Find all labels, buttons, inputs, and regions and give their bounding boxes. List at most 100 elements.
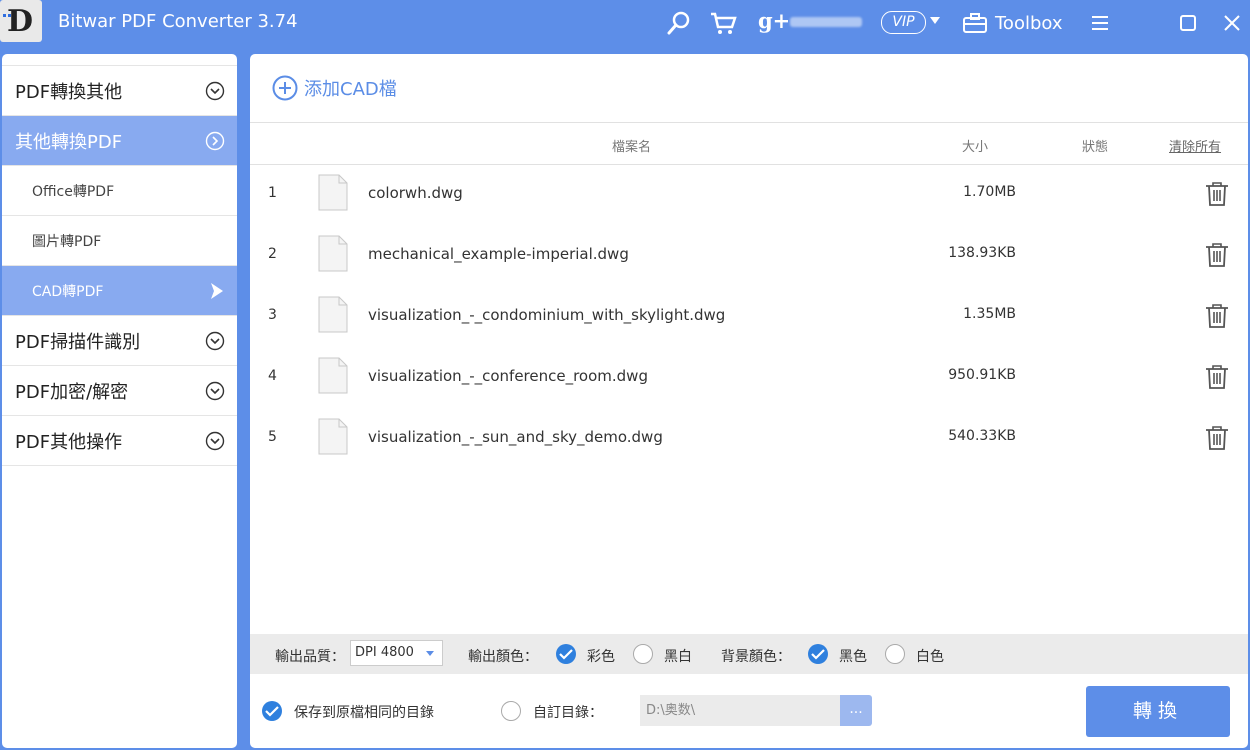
sidebar-subitem-label: CAD轉PDF [32, 283, 104, 300]
save-same-dir-label: 保存到原檔相同的目錄 [294, 705, 434, 721]
row-number: 5 [268, 429, 277, 445]
bg-black-label: 黑色 [839, 649, 867, 665]
save-same-dir-radio-checked[interactable] [262, 701, 282, 721]
sidebar-item-pdf-ocr[interactable]: PDF掃描件識別 [2, 316, 237, 366]
file-table-body: 1 colorwh.dwg 1.70MB 2 mechanical_exampl… [250, 165, 1248, 470]
trash-icon[interactable] [1205, 303, 1229, 329]
sidebar-item-label: PDF轉換其他 [15, 81, 123, 103]
bw-option-label: 黑白 [664, 649, 692, 665]
toolbox-icon [963, 13, 987, 33]
arrow-right-icon [211, 283, 223, 299]
user-name-blurred[interactable] [790, 17, 862, 27]
column-header-filename: 檔案名 [612, 140, 652, 155]
app-logo: D [0, 0, 42, 42]
file-size: 1.35MB [963, 306, 1016, 322]
sidebar-item-pdf-other-ops[interactable]: PDF其他操作 [2, 416, 237, 466]
sidebar-item-label: PDF掃描件識別 [15, 331, 141, 353]
sidebar-item-other-to-pdf[interactable]: 其他轉換PDF [2, 116, 237, 166]
file-name: visualization_-_conference_room.dwg [368, 367, 648, 385]
sidebar-item-label: PDF加密/解密 [15, 381, 129, 403]
dpi-select-value: DPI 4800 [355, 645, 414, 660]
sidebar-subitem-office-to-pdf[interactable]: Office轉PDF [2, 166, 237, 216]
file-icon [318, 357, 348, 394]
table-row[interactable]: 4 visualization_-_conference_room.dwg 95… [250, 348, 1248, 409]
sidebar-subitem-label: Office轉PDF [32, 183, 115, 200]
output-quality-label: 輸出品質： [275, 649, 345, 665]
row-number: 2 [268, 246, 277, 262]
search-icon[interactable] [665, 9, 693, 37]
sidebar-item-pdf-encrypt[interactable]: PDF加密/解密 [2, 366, 237, 416]
file-icon [318, 296, 348, 333]
table-row[interactable]: 3 visualization_-_condominium_with_skyli… [250, 287, 1248, 348]
bg-white-radio[interactable] [885, 644, 905, 664]
vip-badge[interactable]: VIP [881, 11, 926, 34]
output-path-field[interactable]: D:\奥数\ [640, 695, 840, 726]
sidebar-item-label: PDF其他操作 [15, 431, 123, 453]
chevron-down-icon [205, 81, 225, 101]
column-header-size: 大小 [962, 140, 989, 155]
toolbox-button[interactable]: Toolbox [962, 9, 1063, 37]
title-bar: D Bitwar PDF Converter 3.74 g+ VIP Toolb… [0, 0, 1250, 46]
hamburger-icon[interactable] [1087, 10, 1113, 36]
add-cad-file-label: 添加CAD檔 [304, 79, 397, 100]
file-size: 1.70MB [963, 184, 1016, 200]
trash-icon[interactable] [1205, 242, 1229, 268]
chevron-down-icon [205, 331, 225, 351]
chevron-down-icon [205, 431, 225, 451]
table-row[interactable]: 2 mechanical_example-imperial.dwg 138.93… [250, 226, 1248, 287]
toolbox-label: Toolbox [995, 12, 1063, 34]
chevron-down-icon [426, 651, 434, 656]
chevron-right-icon [205, 131, 225, 151]
color-option-label: 彩色 [587, 649, 615, 665]
custom-dir-radio[interactable] [501, 701, 521, 721]
app-title: Bitwar PDF Converter 3.74 [58, 11, 298, 32]
file-size: 138.93KB [948, 245, 1016, 261]
file-name: colorwh.dwg [368, 184, 463, 202]
main-panel: 添加CAD檔 檔案名 大小 狀態 清除所有 1 colorwh.dwg 1.70… [250, 54, 1248, 748]
sidebar-subitem-label: 圖片轉PDF [32, 233, 102, 250]
clear-all-link[interactable]: 清除所有 [1169, 136, 1221, 155]
file-name: visualization_-_sun_and_sky_demo.dwg [368, 428, 663, 446]
bg-white-label: 白色 [916, 649, 944, 665]
output-options-bar: 輸出品質： DPI 4800 輸出顏色： 彩色 黑白 背景顏色： 黑色 白色 [250, 634, 1248, 674]
add-cad-file-button[interactable]: 添加CAD檔 [272, 75, 397, 101]
app-logo-letter: D [7, 4, 34, 39]
google-plus-icon[interactable]: g+ [758, 8, 790, 33]
browse-button[interactable]: ... [840, 695, 872, 726]
cart-icon[interactable] [709, 9, 737, 37]
sidebar-item-label: 其他轉換PDF [15, 131, 123, 153]
color-radio-checked[interactable] [556, 644, 576, 664]
file-size: 540.33KB [948, 428, 1016, 444]
file-icon [318, 174, 348, 211]
file-table-header: 檔案名 大小 狀態 清除所有 [250, 122, 1248, 165]
sidebar-subitem-cad-to-pdf[interactable]: CAD轉PDF [2, 266, 237, 316]
trash-icon[interactable] [1205, 181, 1229, 207]
bw-radio[interactable] [633, 644, 653, 664]
file-name: visualization_-_condominium_with_skyligh… [368, 306, 726, 324]
sidebar-item-pdf-to-other[interactable]: PDF轉換其他 [2, 66, 237, 116]
row-number: 1 [268, 185, 277, 201]
file-icon [318, 418, 348, 455]
sidebar-subitem-image-to-pdf[interactable]: 圖片轉PDF [2, 216, 237, 266]
row-number: 4 [268, 368, 277, 384]
trash-icon[interactable] [1205, 364, 1229, 390]
bg-black-radio-checked[interactable] [808, 644, 828, 664]
trash-icon[interactable] [1205, 425, 1229, 451]
column-header-status: 狀態 [1082, 140, 1109, 155]
close-icon[interactable] [1219, 10, 1245, 36]
table-row[interactable]: 1 colorwh.dwg 1.70MB [250, 165, 1248, 226]
custom-dir-label: 自訂目錄： [533, 705, 603, 721]
background-color-label: 背景顏色： [721, 649, 791, 665]
chevron-down-icon [205, 381, 225, 401]
table-row[interactable]: 5 visualization_-_sun_and_sky_demo.dwg 5… [250, 409, 1248, 470]
plus-circle-icon [272, 75, 298, 101]
chevron-down-icon[interactable] [930, 17, 940, 24]
convert-button[interactable]: 轉換 [1086, 686, 1230, 737]
maximize-icon[interactable] [1175, 10, 1201, 36]
sidebar: PDF轉換其他 其他轉換PDF Office轉PDF 圖片轉PDF CAD轉PD… [2, 54, 237, 748]
dpi-select[interactable]: DPI 4800 [350, 640, 443, 666]
bottom-bar: 保存到原檔相同的目錄 自訂目錄： D:\奥数\ ... 轉換 [250, 674, 1248, 748]
file-size: 950.91KB [948, 367, 1016, 383]
file-icon [318, 235, 348, 272]
output-color-label: 輸出顏色： [468, 649, 538, 665]
